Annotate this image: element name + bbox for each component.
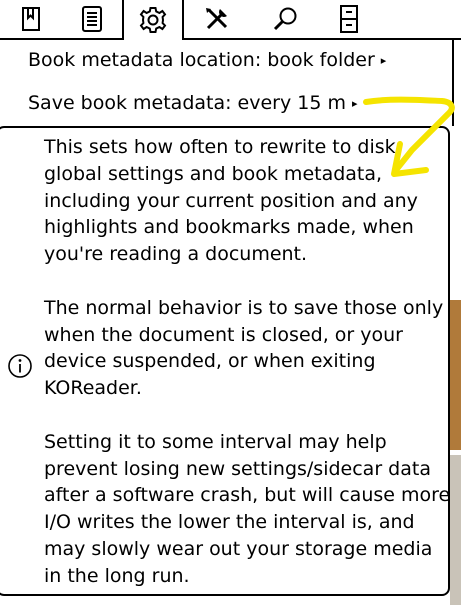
book-icon — [20, 6, 42, 32]
tools-icon — [203, 5, 231, 33]
tab-filemanager[interactable] — [322, 0, 376, 38]
tab-underline — [0, 38, 124, 40]
cabinet-icon — [339, 5, 359, 33]
menu-item-save-metadata[interactable]: Save book metadata: every 15 m ▸ — [28, 92, 358, 114]
tab-search[interactable] — [250, 0, 322, 38]
tab-documents[interactable] — [62, 0, 122, 38]
tab-bar — [0, 0, 461, 40]
gear-icon — [139, 6, 167, 34]
submenu-arrow-icon: ▸ — [380, 54, 387, 67]
document-list-icon — [81, 6, 103, 32]
popup-paragraph: The normal behavior is to save those onl… — [44, 296, 444, 400]
tab-underline — [184, 38, 461, 40]
menu-item-label: Save book metadata: every 15 m — [28, 92, 346, 114]
info-icon — [7, 353, 33, 383]
popup-text: This sets how often to rewrite to disk g… — [44, 134, 454, 616]
popup-paragraph: Setting it to some interval may help pre… — [44, 430, 451, 587]
tab-settings[interactable] — [122, 0, 184, 40]
popup-paragraph: This sets how often to rewrite to disk g… — [44, 136, 418, 266]
submenu-arrow-icon: ▸ — [352, 97, 358, 110]
tab-book[interactable] — [0, 0, 62, 38]
menu-item-metadata-location[interactable]: Book metadata location: book folder ▸ — [28, 49, 386, 71]
menu-item-label: Book metadata location: book folder — [28, 49, 375, 71]
tab-tools[interactable] — [184, 0, 250, 38]
search-icon — [273, 6, 299, 32]
menu-border — [452, 40, 454, 126]
